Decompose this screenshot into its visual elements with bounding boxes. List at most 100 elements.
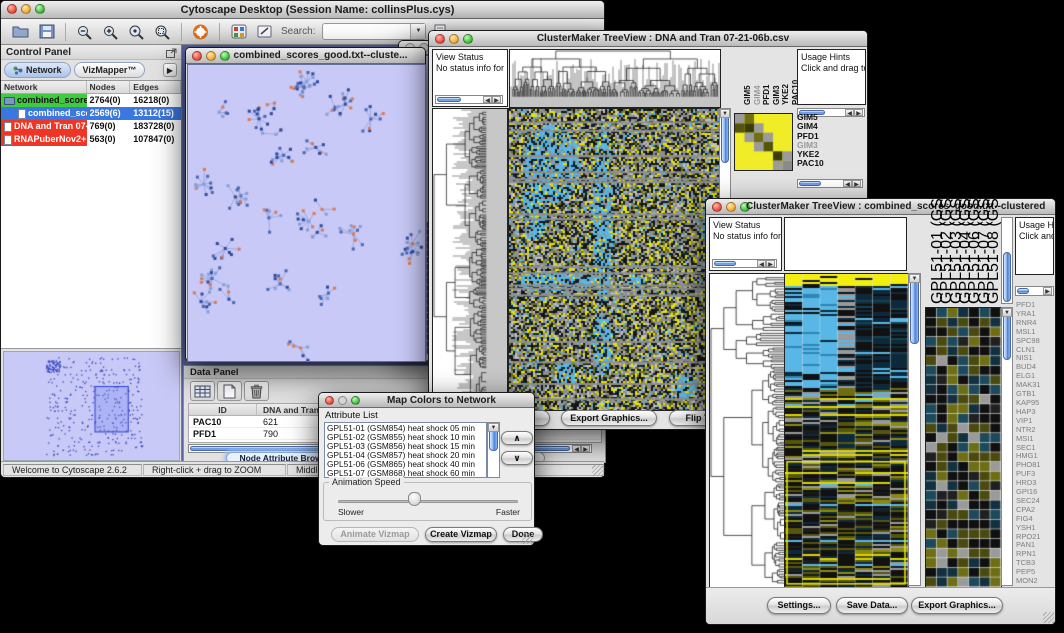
- dialog-body: Attribute List GPL51-01 (GSM854) heat sh…: [319, 408, 534, 545]
- tv2-resize-grip[interactable]: [1043, 612, 1054, 623]
- toolbar-separator: [219, 23, 220, 41]
- animation-speed-label: Animation Speed: [329, 477, 404, 487]
- network-view-window: combined_scores_good.txt--cluste...: [185, 47, 426, 362]
- control-panel: Control Panel Network VizMapper™ ▶ Netwo…: [1, 45, 182, 463]
- tv2-rotated-column-labels: GPL51-01 (GSM854)GPL51-02 (GSM855)GPL51-…: [925, 217, 999, 304]
- network-table-row[interactable]: DNA and Tran 07-21-06b.csv 769(0) 183728…: [1, 120, 181, 133]
- tv2-status-h-scrollbar[interactable]: ◀▶: [712, 259, 777, 268]
- tv2-row-dendrogram-canvas[interactable]: [709, 273, 785, 588]
- dialog-titlebar[interactable]: Map Colors to Network: [319, 393, 534, 408]
- network-table-row[interactable]: combined_scores_good.txt--clustered 2569…: [1, 107, 181, 120]
- network-row-icon: [4, 135, 12, 145]
- view-status-text: No status info for: [713, 231, 780, 242]
- usage-hints-title: Usage Hints: [801, 52, 864, 63]
- tab-network[interactable]: Network: [4, 62, 71, 78]
- tv2-gene-list: PFD1YRA1RNR4MSL1SPC98CLN1NIS1BUD4ELG1MAK…: [1016, 301, 1054, 586]
- export-graphics-button[interactable]: Export Graphics...: [561, 410, 657, 426]
- gene-label[interactable]: MON2: [1016, 577, 1054, 586]
- network-view-title: combined_scores_good.txt--cluste...: [226, 48, 415, 64]
- minimize-button[interactable]: [726, 202, 736, 212]
- tv1-usage-hints-panel: Usage Hints Click and drag to: [797, 49, 866, 105]
- usage-hints-text: Click and drag to: [1019, 231, 1052, 242]
- main-resize-grip[interactable]: [592, 465, 603, 476]
- tv2-column-dendrogram-area[interactable]: [784, 217, 907, 271]
- tv2-global-v-scrollbar[interactable]: ▲▼: [1001, 307, 1013, 586]
- speed-slider-track[interactable]: [338, 500, 518, 503]
- tv1-heatmap-canvas[interactable]: [508, 108, 720, 411]
- desktop: Cytoscape Desktop (Session Name: collins…: [0, 0, 1064, 633]
- tv2-labels-v-scrollbar[interactable]: [1001, 217, 1013, 304]
- tv2-heatmap-canvas[interactable]: [784, 273, 909, 588]
- open-session-button[interactable]: [9, 21, 32, 43]
- net1-titlebar[interactable]: combined_scores_good.txt--cluste...: [186, 48, 425, 64]
- zoom-in-icon[interactable]: [99, 21, 122, 43]
- tv1-rotated-column-labels: GIM5GIM4PFD1GIM3YKE2PAC10: [732, 49, 794, 105]
- close-button[interactable]: [192, 51, 202, 61]
- zoom-selected-icon[interactable]: [125, 21, 148, 43]
- search-input[interactable]: [325, 25, 409, 38]
- faster-label: Faster: [496, 507, 520, 517]
- animate-vizmap-button[interactable]: Animate Vizmap: [331, 527, 419, 542]
- tv1-status-h-scrollbar[interactable]: ◀▶: [435, 95, 503, 104]
- tv2-genes-h-scrollbar[interactable]: ▶: [1015, 286, 1054, 296]
- search-box[interactable]: ▼: [322, 23, 426, 40]
- select-attributes-icon[interactable]: [190, 381, 215, 401]
- tab-overflow-arrow[interactable]: ▶: [163, 63, 177, 77]
- main-window-title: Cytoscape Desktop (Session Name: collins…: [41, 1, 594, 19]
- save-session-button[interactable]: [35, 21, 58, 43]
- tv2-heatmap-v-scrollbar[interactable]: ▲▼: [908, 273, 921, 586]
- attribute-list-v-scrollbar[interactable]: ▲▼: [487, 422, 500, 478]
- network-table-row[interactable]: RNAPuberNov2+ 563(0) 107847(0): [1, 133, 181, 146]
- main-titlebar[interactable]: Cytoscape Desktop (Session Name: collins…: [1, 1, 604, 19]
- network-graph-canvas[interactable]: [187, 64, 426, 362]
- tv2-global-zoom-canvas[interactable]: [925, 307, 1002, 588]
- move-up-button[interactable]: ∧: [501, 431, 533, 445]
- tv1-matrix-h-scrollbar[interactable]: ◀▶: [797, 179, 863, 188]
- usage-hints-text: Click and drag to: [801, 63, 864, 74]
- delete-attribute-trash-icon[interactable]: [244, 381, 269, 401]
- move-down-button[interactable]: ∨: [501, 451, 533, 465]
- annotation-icon[interactable]: [253, 21, 276, 43]
- search-dropdown-arrow[interactable]: ▼: [410, 24, 425, 39]
- minimize-button[interactable]: [338, 396, 347, 405]
- zoom-out-icon[interactable]: [73, 21, 96, 43]
- network-row-icon: [4, 122, 12, 132]
- tv1-global-matrix-canvas[interactable]: [734, 113, 793, 171]
- tv1-column-dendrogram-canvas[interactable]: [509, 49, 721, 108]
- minimize-button[interactable]: [21, 4, 31, 14]
- help-lifesaver-icon[interactable]: [189, 21, 212, 43]
- save-data-button[interactable]: Save Data...: [836, 597, 908, 614]
- tv2-view-status-panel: View Status No status info for ◀▶: [709, 217, 782, 271]
- close-button[interactable]: [435, 34, 445, 44]
- map-colors-dialog: Map Colors to Network Attribute List GPL…: [318, 392, 535, 546]
- birdseye-overview-canvas[interactable]: [3, 351, 180, 461]
- animation-speed-group: Animation Speed Slower Faster: [323, 482, 532, 521]
- close-button[interactable]: [712, 202, 722, 212]
- float-panel-icon[interactable]: [166, 48, 177, 58]
- tv1-view-status-panel: View Status No status info for ◀▶: [432, 49, 508, 107]
- create-vizmap-button[interactable]: Create Vizmap: [425, 527, 497, 542]
- tv1-titlebar[interactable]: ClusterMaker TreeView : DNA and Tran 07-…: [429, 31, 867, 47]
- close-button[interactable]: [7, 4, 17, 14]
- export-graphics-button[interactable]: Export Graphics...: [911, 597, 1003, 614]
- search-label: Search:: [281, 26, 315, 37]
- new-attribute-icon[interactable]: [217, 381, 242, 401]
- settings-button[interactable]: Settings...: [767, 597, 831, 614]
- view-status-title: View Status: [436, 52, 506, 63]
- tv1-row-dendrogram-canvas[interactable]: [432, 108, 508, 411]
- minimize-button[interactable]: [206, 51, 216, 61]
- speed-slider-thumb[interactable]: [408, 492, 421, 506]
- slower-label: Slower: [338, 507, 364, 517]
- attribute-listbox[interactable]: GPL51-01 (GSM854) heat shock 05 minGPL51…: [324, 422, 487, 478]
- vizmapper-icon[interactable]: [227, 21, 250, 43]
- treeview2-window: ClusterMaker TreeView : combined_scores_…: [705, 198, 1056, 625]
- dialog-title: Map Colors to Network: [359, 393, 524, 408]
- dialog-resize-grip[interactable]: [522, 533, 533, 544]
- zoom-fit-icon[interactable]: [151, 21, 174, 43]
- tv2-button-bar: Settings... Save Data... Export Graphics…: [706, 587, 1055, 624]
- tab-vizmapper[interactable]: VizMapper™: [74, 62, 146, 78]
- network-table-header[interactable]: NetworkNodesEdges: [1, 81, 181, 94]
- close-button[interactable]: [325, 396, 334, 405]
- minimize-button[interactable]: [449, 34, 459, 44]
- network-table-row[interactable]: combined_scores 2764(0) 16218(0): [1, 94, 181, 107]
